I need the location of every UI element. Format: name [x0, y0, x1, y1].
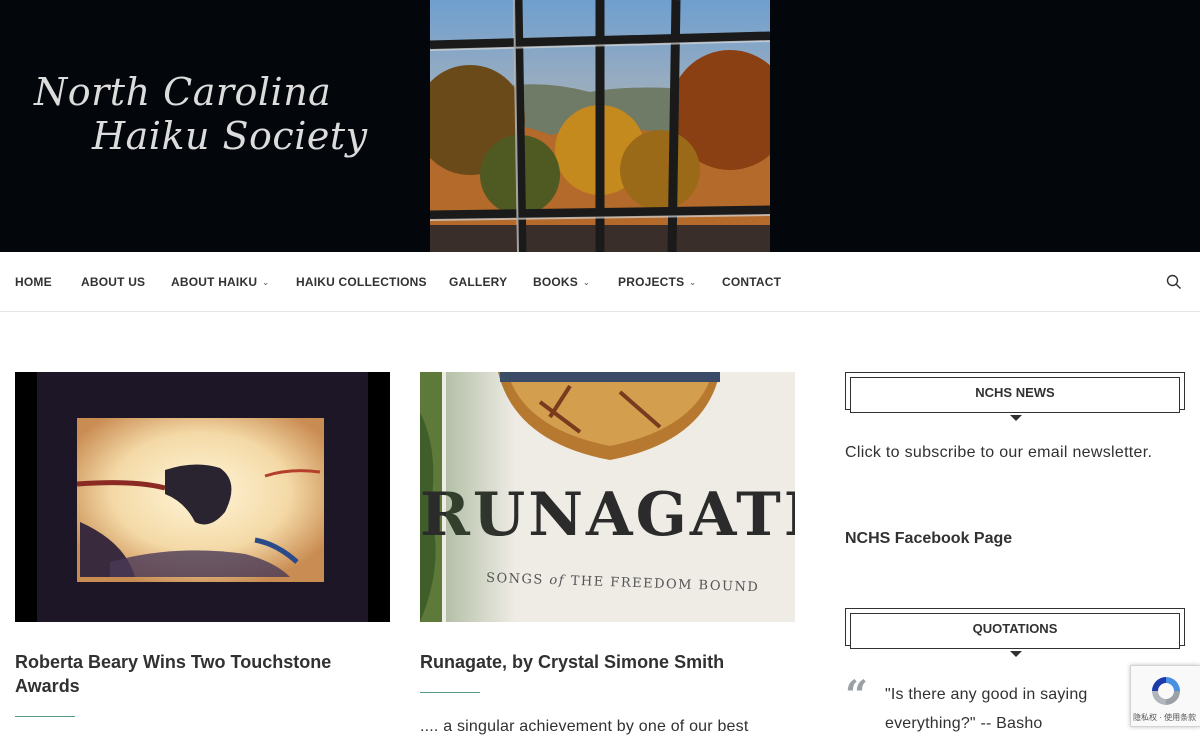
leaf-shadow [446, 372, 516, 622]
main-navigation: HOME ABOUT US ABOUT HAIKU ⌄ HAIKU COLLECT… [0, 252, 1200, 312]
post-thumbnail[interactable]: RUNAGATE SONGS of THE FREEDOM BOUND [420, 372, 795, 622]
heading-arrow-icon [1010, 651, 1022, 657]
heading-arrow-icon [1010, 415, 1022, 421]
post-excerpt: .... a singular achievement by one of ou… [420, 718, 749, 735]
nav-item-home[interactable]: HOME [15, 252, 52, 312]
nav-item-label: GALLERY [449, 275, 508, 289]
site-title-line-1: North Carolina [34, 70, 332, 114]
chevron-down-icon: ⌄ [689, 278, 697, 287]
nav-item-haiku-collections[interactable]: HAIKU COLLECTIONS [296, 252, 427, 312]
widget-heading-quotations: QUOTATIONS [845, 608, 1185, 657]
widget-heading-label: QUOTATIONS [850, 613, 1180, 649]
book-cover-subtitle-part: of [549, 572, 566, 589]
widget-heading-label: NCHS NEWS [850, 377, 1180, 413]
post-title-link[interactable]: Runagate, by Crystal Simone Smith [420, 650, 795, 674]
post-separator [15, 716, 75, 717]
quotation-text: "Is there any good in saying everything?… [885, 686, 1088, 732]
nav-item-label: PROJECTS [618, 275, 685, 289]
post-separator [420, 692, 480, 693]
post-title-link[interactable]: Roberta Beary Wins Two Touchstone Awards [15, 650, 390, 698]
nav-item-label: HAIKU COLLECTIONS [296, 275, 427, 289]
nav-item-contact[interactable]: CONTACT [722, 252, 781, 312]
post-thumbnail[interactable] [15, 372, 390, 622]
chevron-down-icon: ⌄ [262, 278, 270, 287]
nav-item-label: BOOKS [533, 275, 579, 289]
nav-item-label: ABOUT US [81, 275, 146, 289]
search-icon[interactable] [1166, 274, 1182, 290]
nav-item-about-haiku[interactable]: ABOUT HAIKU ⌄ [171, 252, 269, 312]
nav-item-label: HOME [15, 275, 52, 289]
newsletter-subscribe-link[interactable]: Click to subscribe to our email newslett… [845, 444, 1152, 462]
post-card: RUNAGATE SONGS of THE FREEDOM BOUND Runa… [420, 372, 795, 739]
chevron-down-icon: ⌄ [583, 278, 590, 287]
quote-icon: “ [845, 672, 869, 719]
site-title-logo[interactable]: North Carolina Haiku Society [34, 70, 414, 158]
facebook-page-link[interactable]: NCHS Facebook Page [845, 530, 1012, 548]
site-title-line-2: Haiku Society [92, 114, 368, 158]
recaptcha-icon [1152, 677, 1180, 705]
widget-heading-news: NCHS NEWS [845, 372, 1185, 421]
recaptcha-terms[interactable]: 隐私权 · 使用条款 [1133, 712, 1196, 723]
header-banner: North Carolina Haiku Society [0, 0, 1200, 252]
nav-item-label: CONTACT [722, 275, 782, 289]
post-card: Roberta Beary Wins Two Touchstone Awards [15, 372, 390, 717]
recaptcha-badge[interactable]: 隐私权 · 使用条款 [1130, 665, 1200, 727]
nav-item-label: ABOUT HAIKU [171, 275, 258, 289]
nav-item-projects[interactable]: PROJECTS ⌄ [618, 252, 696, 312]
header-window-photo [430, 0, 770, 252]
nav-item-gallery[interactable]: GALLERY [449, 252, 507, 312]
nav-item-about-us[interactable]: ABOUT US [81, 252, 145, 312]
nav-item-books[interactable]: BOOKS ⌄ [533, 252, 590, 312]
